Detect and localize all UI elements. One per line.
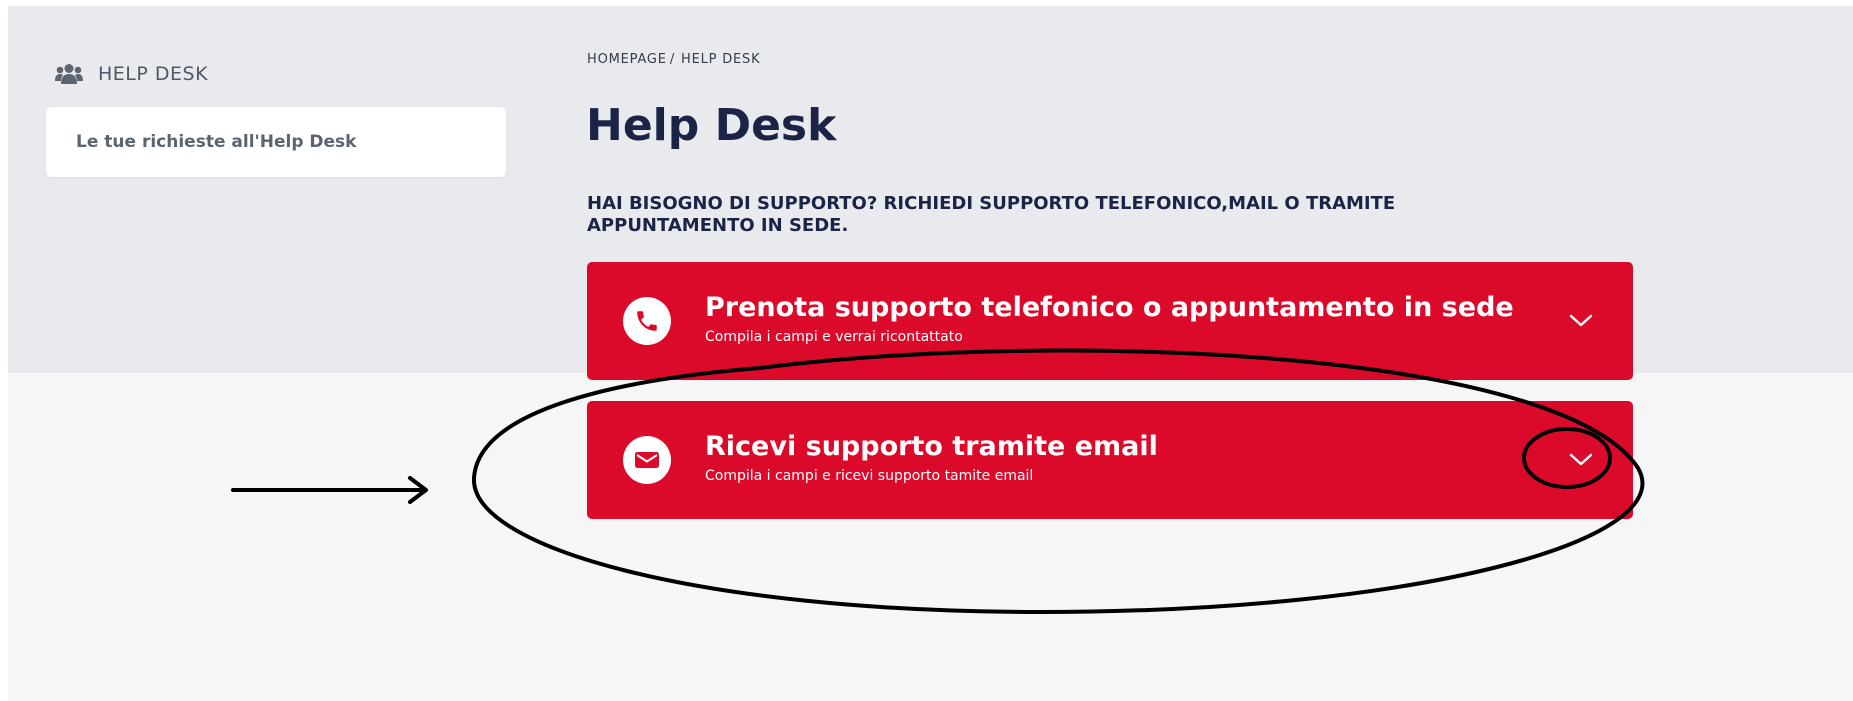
sidebar-heading-label: HELP DESK: [98, 63, 209, 85]
sidebar-item-label: Le tue richieste all'Help Desk: [76, 132, 357, 152]
sidebar-heading: HELP DESK: [55, 62, 208, 86]
phone-support-panel[interactable]: Prenota supporto telefonico o appuntamen…: [587, 262, 1633, 380]
breadcrumb-separator: /: [669, 52, 675, 67]
panel-title: Ricevi supporto tramite email: [705, 431, 1158, 462]
chevron-down-icon[interactable]: [1567, 307, 1595, 335]
panel-title: Prenota supporto telefonico o appuntamen…: [705, 292, 1514, 323]
support-question-heading: HAI BISOGNO DI SUPPORTO? RICHIEDI SUPPOR…: [587, 193, 1396, 236]
breadcrumb-home-link[interactable]: HOMEPAGE: [587, 52, 667, 67]
panel-subtitle: Compila i campi e verrai ricontattato: [705, 329, 963, 345]
breadcrumb: HOMEPAGE / HELP DESK: [587, 52, 760, 67]
envelope-icon: [623, 436, 671, 484]
chevron-down-icon[interactable]: [1567, 446, 1595, 474]
email-support-panel[interactable]: Ricevi supporto tramite email Compila i …: [587, 401, 1633, 519]
sidebar-item-my-requests[interactable]: Le tue richieste all'Help Desk: [46, 107, 506, 177]
phone-icon: [623, 297, 671, 345]
page-title: Help Desk: [586, 100, 837, 151]
panel-subtitle: Compila i campi e ricevi supporto tamite…: [705, 468, 1034, 484]
users-icon: [55, 64, 83, 84]
breadcrumb-current: HELP DESK: [681, 52, 761, 67]
